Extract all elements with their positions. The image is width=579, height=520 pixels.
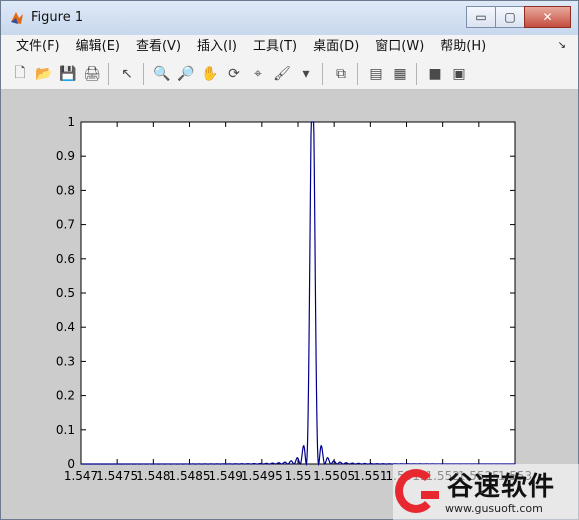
menu-insert[interactable]: 插入(I) xyxy=(189,35,245,59)
watermark-text: 谷速软件 xyxy=(447,472,556,502)
toolbar-separator xyxy=(416,63,417,85)
x-tick-label: 1.547 xyxy=(64,469,98,483)
x-tick-label: 1.548 xyxy=(136,469,170,483)
menu-edit[interactable]: 编辑(E) xyxy=(68,35,128,59)
hide-plot-tools-icon[interactable]: ■ xyxy=(424,63,446,85)
x-tick-label: 1.549 xyxy=(208,469,242,483)
title-bar: Figure 1 ▭ ▢ ✕ xyxy=(1,1,578,36)
y-tick-label: 0.9 xyxy=(56,149,75,163)
x-tick-label: 1.5475 xyxy=(96,469,138,483)
figure-canvas: 0 0.1 0.2 0.3 0.4 0.5 0.6 0.7 0.8 0.9 1 1.547 1.5475… xyxy=(1,90,578,519)
axes-box xyxy=(80,121,516,465)
menu-dock-arrow-icon[interactable]: ↘ xyxy=(558,40,566,51)
data-cursor-icon[interactable]: ⌖ xyxy=(247,63,269,85)
x-tick-label: 1.5505 xyxy=(313,469,355,483)
matlab-icon xyxy=(11,12,23,24)
y-tick-label: 0.2 xyxy=(56,389,75,403)
toolbar-separator xyxy=(322,63,323,85)
watermark-url: www.gusuoft.com xyxy=(445,502,543,515)
close-icon: ✕ xyxy=(542,10,553,24)
minimize-button[interactable]: ▭ xyxy=(466,6,496,28)
y-tick-label: 0.1 xyxy=(56,423,75,437)
link-plot-icon[interactable]: ⧉ xyxy=(330,63,352,85)
dropdown-arrow-icon[interactable]: ▾ xyxy=(295,63,317,85)
open-file-icon[interactable]: 📂 xyxy=(33,63,55,85)
y-tick-label: 0.7 xyxy=(56,218,75,232)
y-tick-label: 0.8 xyxy=(56,183,75,197)
watermark: 谷速软件 www.gusuoft.com xyxy=(393,464,579,520)
toolbar-separator xyxy=(108,63,109,85)
zoom-in-icon[interactable]: 🔍 xyxy=(151,63,173,85)
y-tick-label: 0.6 xyxy=(56,252,75,266)
x-tick-label: 1.5495 xyxy=(241,469,283,483)
maximize-icon: ▢ xyxy=(504,10,516,24)
menu-window[interactable]: 窗口(W) xyxy=(367,35,432,59)
menu-tools[interactable]: 工具(T) xyxy=(245,35,305,59)
figure-toolbar: 🗋 📂 💾 🖨 ↖ 🔍 🔎 ✋ ⟳ ⌖ 🖌 ▾ ⧉ ▤ ▦ ■ ▣ xyxy=(1,59,578,90)
print-icon[interactable]: 🖨 xyxy=(81,63,103,85)
pan-icon[interactable]: ✋ xyxy=(199,63,221,85)
legend-icon[interactable]: ▦ xyxy=(389,63,411,85)
y-tick-label: 1 xyxy=(67,115,75,129)
x-tick-label: 1.5485 xyxy=(169,469,211,483)
y-tick-label: 0.5 xyxy=(56,286,75,300)
show-plot-tools-icon[interactable]: ▣ xyxy=(448,63,470,85)
menu-bar: 文件(F) 编辑(E) 查看(V) 插入(I) 工具(T) 桌面(D) 窗口(W… xyxy=(1,35,578,59)
x-tick-label: 1.55 xyxy=(285,469,312,483)
zoom-out-icon[interactable]: 🔎 xyxy=(175,63,197,85)
colorbar-icon[interactable]: ▤ xyxy=(365,63,387,85)
toolbar-separator xyxy=(357,63,358,85)
figure-window: Figure 1 ▭ ▢ ✕ 文件(F) 编辑(E) 查看(V) 插入(I) 工… xyxy=(0,0,579,520)
menu-desktop[interactable]: 桌面(D) xyxy=(305,35,367,59)
save-icon[interactable]: 💾 xyxy=(57,63,79,85)
menu-view[interactable]: 查看(V) xyxy=(128,35,189,59)
watermark-logo-icon xyxy=(395,469,439,513)
toolbar-separator xyxy=(143,63,144,85)
pointer-icon[interactable]: ↖ xyxy=(116,63,138,85)
plot-area[interactable]: 00.10.20.30.40.50.60.70.80.911.5471.5475… xyxy=(1,90,578,519)
y-tick-label: 0.4 xyxy=(56,320,75,334)
menu-help[interactable]: 帮助(H) xyxy=(432,35,494,59)
maximize-button[interactable]: ▢ xyxy=(495,6,525,28)
x-tick-label: 1.551 xyxy=(353,469,387,483)
menu-file[interactable]: 文件(F) xyxy=(8,35,68,59)
brush-icon[interactable]: 🖌 xyxy=(271,63,293,85)
window-title: Figure 1 xyxy=(31,10,84,25)
y-tick-label: 0.3 xyxy=(56,354,75,368)
rotate-3d-icon[interactable]: ⟳ xyxy=(223,63,245,85)
new-figure-icon[interactable]: 🗋 xyxy=(9,63,31,85)
minimize-icon: ▭ xyxy=(475,10,487,24)
close-button[interactable]: ✕ xyxy=(524,6,571,28)
